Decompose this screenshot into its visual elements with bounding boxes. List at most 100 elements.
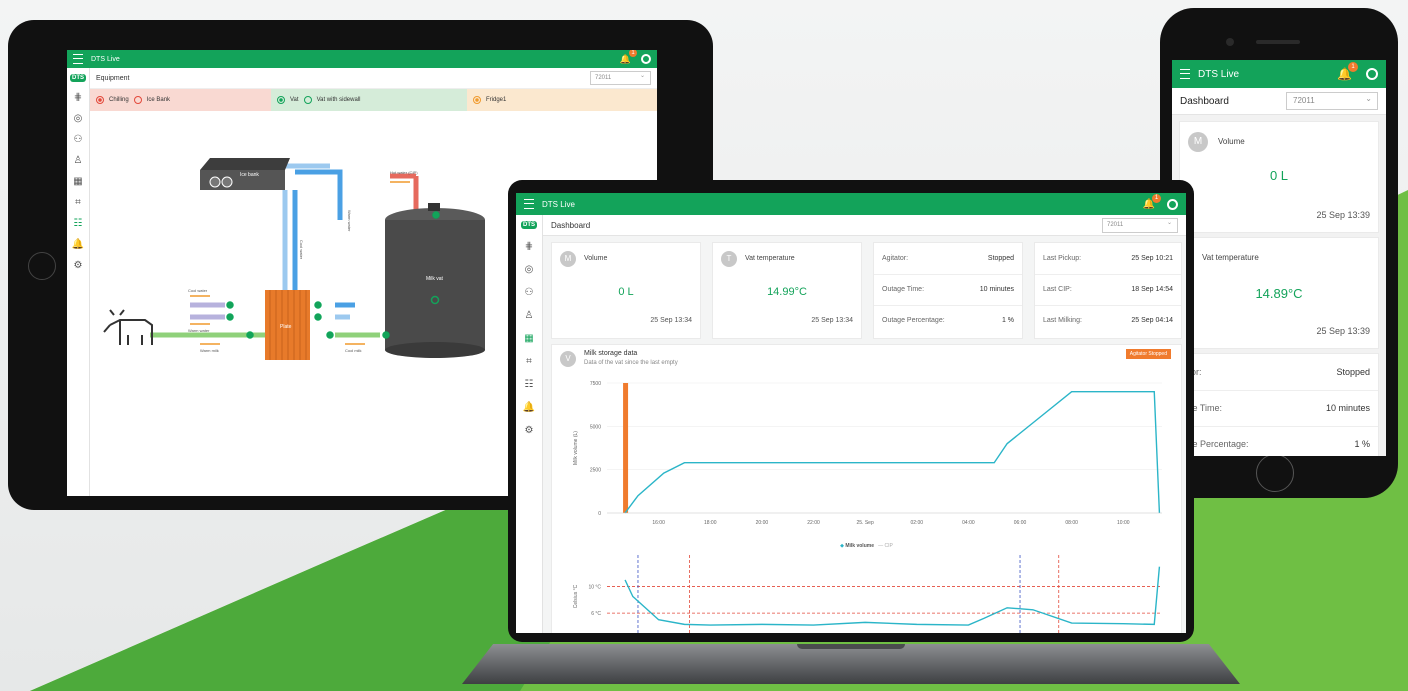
power-icon[interactable] (1366, 68, 1378, 80)
status-card: Agitator:Stopped Outage Time:10 minutes … (874, 243, 1022, 338)
dts-logo: DTS (521, 221, 537, 229)
status-row: Outage Time:10 minutes (874, 274, 1022, 306)
volume-timestamp: 25 Sep 13:34 (650, 317, 692, 324)
users-icon[interactable]: ⚇ (74, 135, 83, 145)
phone-camera (1226, 38, 1234, 46)
phone-home-button[interactable] (1256, 454, 1294, 492)
radio-icon[interactable] (473, 96, 481, 104)
legend-series[interactable]: CIP (885, 543, 893, 549)
volume-avatar: M (1188, 132, 1208, 152)
globe-icon[interactable]: ◎ (74, 114, 83, 124)
power-icon[interactable] (641, 54, 651, 64)
alerts-icon[interactable]: 🔔 (523, 403, 535, 413)
menu-icon[interactable] (1180, 69, 1190, 79)
category-label[interactable]: Vat (290, 97, 299, 103)
x-tick-label: 04:00 (962, 520, 975, 526)
user-icon[interactable]: ♙ (525, 311, 534, 321)
notification-badge: 1 (1152, 193, 1161, 203)
user-icon[interactable]: ♙ (74, 156, 83, 166)
event-row: Last CIP: 18 Sep 14:54 (1035, 274, 1181, 306)
radio-icon[interactable] (303, 96, 312, 104)
settings-icon[interactable]: ⚙ (525, 426, 534, 436)
grid-icon[interactable]: ☷ (525, 380, 534, 390)
agitator-stopped-bar (623, 383, 629, 513)
temperature-card: T Vat temperature 14.99°C 25 Sep 13:34 (713, 243, 861, 338)
cool-water-label: Cool water (299, 240, 304, 260)
ice-bank-label: Ice bank (240, 172, 259, 178)
notification-badge: 1 (629, 50, 637, 57)
x-tick-label: 06:00 (1014, 520, 1027, 526)
temperature-value: 14.89°C (1255, 286, 1303, 301)
temperature-avatar: T (721, 251, 737, 267)
site-select[interactable]: 72011 (1286, 91, 1378, 110)
x-tick-label: 18:00 (704, 520, 717, 526)
volume-avatar: M (560, 251, 576, 267)
equipment-icon[interactable]: ⋕ (525, 242, 533, 252)
radio-icon[interactable] (96, 96, 104, 104)
dashboard-icon[interactable]: ▦ (524, 334, 533, 344)
status-row: Agitator:Stopped (1180, 354, 1378, 391)
page-title: Dashboard (551, 220, 591, 230)
page-title: Dashboard (1180, 95, 1229, 107)
chart-legend: ◆ Milk volume — CIP (552, 543, 1181, 549)
warm-water-label: Warm water (347, 210, 352, 232)
page-title: Equipment (96, 74, 130, 82)
notification-bell-icon[interactable]: 🔔 1 (1143, 193, 1161, 210)
settings-icon[interactable]: ⚙ (74, 261, 83, 271)
category-label[interactable]: Ice Bank (147, 97, 170, 103)
category-label[interactable]: Chilling (109, 97, 129, 103)
app-title: DTS Live (542, 199, 575, 209)
storage-subtitle: Data of the vat since the last empty (584, 360, 678, 366)
radio-icon[interactable] (133, 96, 142, 104)
grid-icon[interactable]: ☷ (74, 219, 83, 229)
volume-label: Volume (1218, 137, 1245, 146)
category-label[interactable]: Fridge1 (486, 97, 506, 103)
temperature-label: Vat temperature (745, 255, 795, 262)
status-row: Outage Percentage:1 % (882, 317, 1014, 324)
radio-icon[interactable] (277, 96, 285, 104)
volume-timestamp: 25 Sep 13:39 (1316, 210, 1370, 220)
crop-icon[interactable]: ⌗ (526, 357, 532, 367)
tablet-sidebar: DTS ⋕ ◎ ⚇ ♙ ▦ ⌗ ☷ 🔔 ⚙ (67, 68, 90, 496)
notification-bell-icon[interactable]: 🔔 1 (620, 50, 637, 65)
x-tick-label: 20:00 (756, 520, 769, 526)
phone-screen: DTS Live 🔔1 Dashboard 72011 M Volume 0 L… (1172, 60, 1386, 456)
storage-avatar: V (560, 351, 576, 367)
category-label[interactable]: Vat with sidewall (317, 97, 361, 103)
y-tick-label: 2500 (590, 468, 601, 474)
dts-logo: DTS (70, 74, 86, 82)
notification-bell-icon[interactable]: 🔔 1 (1337, 62, 1358, 81)
category-chilling: Chilling Ice Bank (90, 89, 271, 111)
globe-icon[interactable]: ◎ (525, 265, 534, 275)
power-icon[interactable] (1167, 198, 1178, 210)
temperature-timestamp: 25 Sep 13:39 (1316, 326, 1370, 336)
equipment-categories: Chilling Ice Bank Vat Vat with sidewall … (90, 89, 657, 111)
x-tick-label: 08:00 (1065, 520, 1078, 526)
legend-series[interactable]: Milk volume (845, 543, 874, 549)
y-axis-label: Celsius °C (573, 584, 579, 608)
x-tick-label: 22:00 (807, 520, 820, 526)
crop-icon[interactable]: ⌗ (75, 198, 81, 208)
laptop-base (462, 644, 1240, 684)
events-card: Last Pickup: 25 Sep 10:21 Last CIP: 18 Sep… (1035, 243, 1181, 338)
temperature-card: T Vat temperature 14.89°C 25 Sep 13:39 (1172, 238, 1378, 348)
category-vat: Vat Vat with sidewall (271, 89, 467, 111)
alerts-icon[interactable]: 🔔 (72, 240, 84, 250)
hot-water-label: Hot water (CIP) (390, 170, 418, 175)
cool-milk-label: Cool milk (345, 348, 361, 353)
x-tick-label: 16:00 (652, 520, 665, 526)
site-select[interactable]: 72011 (1102, 217, 1178, 233)
temperature-value: 14.99°C (767, 286, 807, 298)
tablet-home-button[interactable] (28, 252, 56, 280)
equipment-icon[interactable]: ⋕ (74, 93, 82, 103)
laptop-app-bar: DTS Live 🔔 1 (516, 193, 1186, 215)
dashboard-icon[interactable]: ▦ (73, 177, 82, 187)
users-icon[interactable]: ⚇ (525, 288, 534, 298)
menu-icon[interactable] (524, 199, 534, 209)
site-select[interactable]: 72011 (590, 70, 651, 85)
agitator-stopped-badge[interactable]: Agitator Stopped (1125, 349, 1171, 359)
status-row: Agitator:Stopped (874, 243, 1022, 275)
y-tick-label: 0 (598, 511, 601, 517)
laptop-sidebar: DTS ⋕ ◎ ⚇ ♙ ▦ ⌗ ☷ 🔔 ⚙ (516, 215, 543, 633)
menu-icon[interactable] (73, 54, 83, 64)
